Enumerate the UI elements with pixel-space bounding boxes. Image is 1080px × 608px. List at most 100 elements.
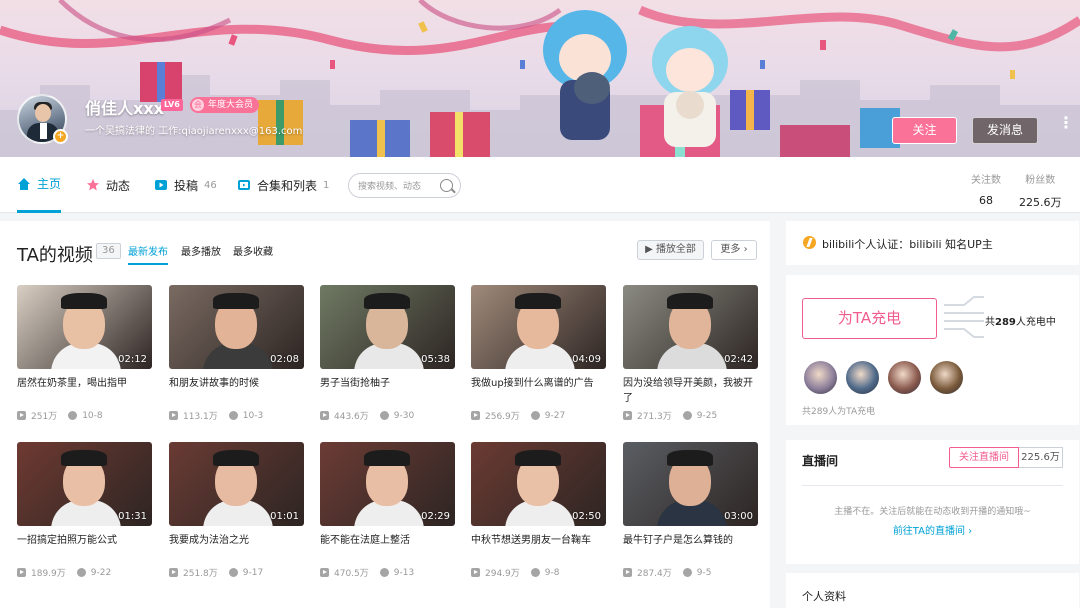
charger-avatar[interactable] — [930, 361, 963, 394]
play-count-icon — [623, 568, 632, 577]
video-meta: 470.5万 9-13 — [320, 566, 455, 579]
charger-avatar[interactable] — [846, 361, 879, 394]
stat-following-value: 68 — [979, 194, 993, 207]
live-offline-message: 主播不在。关注后就能在动态收到开播的通知哦~ — [834, 507, 1031, 517]
video-title[interactable]: 男子当街抢柚子 — [320, 376, 455, 406]
follow-button[interactable]: 关注 — [892, 117, 957, 144]
video-duration: 02:12 — [118, 354, 147, 365]
video-count-badge: 36 — [96, 243, 121, 259]
profile-title: 个人资料 — [802, 590, 846, 603]
stat-following[interactable]: 关注数 68 — [971, 171, 1001, 207]
tab-dynamic[interactable]: 动态 — [86, 157, 130, 213]
tab-collections-count: 1 — [323, 179, 330, 191]
video-thumbnail[interactable]: 01:01 — [169, 442, 304, 526]
video-meta: 256.9万 9-27 — [471, 409, 606, 422]
play-count: 251万 — [31, 412, 58, 422]
video-thumbnail[interactable]: 02:42 — [623, 285, 758, 369]
circuit-lines-icon — [944, 296, 984, 338]
video-title[interactable]: 中秋节想送男朋友一台鞠车 — [471, 533, 606, 563]
video-card[interactable]: 02:08 和朋友讲故事的时候 113.1万 10-3 — [169, 285, 304, 422]
space-search-input[interactable]: 搜索视频、动态 — [348, 173, 461, 198]
publish-date: 9-25 — [696, 410, 718, 421]
video-title[interactable]: 我要成为法治之光 — [169, 533, 304, 563]
video-card[interactable]: 03:00 最牛钉子户是怎么算钱的 287.4万 9-5 — [623, 442, 758, 579]
tab-collections-label: 合集和列表 — [257, 178, 318, 193]
clock-icon — [228, 568, 238, 577]
follow-live-button[interactable]: 关注直播间 — [949, 447, 1019, 468]
video-thumbnail[interactable]: 02:12 — [17, 285, 152, 369]
play-count: 470.5万 — [334, 569, 369, 579]
more-options-icon[interactable]: ⋮ — [1058, 115, 1074, 140]
sort-most-played[interactable]: 最多播放 — [181, 243, 221, 258]
tab-home[interactable]: 主页 — [17, 157, 62, 213]
video-title[interactable]: 和朋友讲故事的时候 — [169, 376, 304, 406]
tab-collections[interactable]: 合集和列表 1 — [237, 157, 329, 213]
video-thumbnail[interactable]: 03:00 — [623, 442, 758, 526]
charge-footer[interactable]: 共289人为TA充电 — [802, 404, 875, 417]
stat-fans[interactable]: 粉丝数 225.6万 — [1019, 171, 1062, 210]
play-count-icon — [623, 411, 632, 420]
play-count-icon — [471, 411, 480, 420]
thumbnail-person-hair — [364, 293, 410, 309]
publish-date: 9-17 — [242, 567, 264, 578]
level-badge: LV6 — [161, 99, 183, 111]
play-count-icon — [320, 411, 329, 420]
search-icon[interactable] — [440, 179, 453, 192]
send-message-button[interactable]: 发消息 — [972, 117, 1038, 144]
sort-latest[interactable]: 最新发布 — [128, 243, 168, 265]
video-thumbnail[interactable]: 04:09 — [471, 285, 606, 369]
video-thumbnail[interactable]: 02:29 — [320, 442, 455, 526]
publish-date: 9-22 — [90, 567, 112, 578]
charger-avatar[interactable] — [804, 361, 837, 394]
live-room-card: 直播间 关注直播间 225.6万 主播不在。关注后就能在动态收到开播的通知哦~ … — [786, 440, 1079, 564]
space-page: + 俏佳人xxx LV6 会 年度大会员 一个吴搞法律的 工作:qiaojiar… — [0, 0, 1080, 608]
vip-badge[interactable]: 会 年度大会员 — [190, 97, 260, 113]
tab-home-label: 主页 — [37, 177, 62, 191]
clock-icon — [530, 411, 540, 420]
charge-count: 共289人充电中 — [985, 313, 1056, 328]
video-title[interactable]: 我做up接到什么离谱的广告 — [471, 376, 606, 406]
charge-button[interactable]: 为TA充电 — [802, 298, 937, 339]
video-thumbnail[interactable]: 02:50 — [471, 442, 606, 526]
video-meta: 251万 10-8 — [17, 409, 152, 422]
playlist-icon — [238, 180, 250, 190]
video-card[interactable]: 02:12 居然在奶茶里，喝出指甲 251万 10-8 — [17, 285, 152, 422]
video-card[interactable]: 02:42 因为没给领导开美颜，我被开了 271.3万 9-25 — [623, 285, 758, 422]
live-fans-count: 225.6万 — [1019, 447, 1063, 468]
video-thumbnail[interactable]: 05:38 — [320, 285, 455, 369]
publish-date: 9-27 — [544, 410, 566, 421]
video-meta: 443.6万 9-30 — [320, 409, 455, 422]
publish-date: 9-30 — [393, 410, 415, 421]
tab-dynamic-label: 动态 — [106, 178, 131, 193]
video-meta: 251.8万 9-17 — [169, 566, 304, 579]
publish-date: 9-5 — [696, 567, 712, 578]
video-card[interactable]: 05:38 男子当街抢柚子 443.6万 9-30 — [320, 285, 455, 422]
video-title[interactable]: 能不能在法庭上整活 — [320, 533, 455, 563]
video-title[interactable]: 最牛钉子户是怎么算钱的 — [623, 533, 758, 563]
video-thumbnail[interactable]: 02:08 — [169, 285, 304, 369]
verified-badge-icon: + — [53, 129, 68, 144]
clock-icon — [379, 411, 389, 420]
more-videos-button[interactable]: 更多 › — [711, 240, 757, 260]
video-title[interactable]: 因为没给领导开美颜，我被开了 — [623, 376, 758, 406]
video-duration: 05:38 — [421, 354, 450, 365]
video-thumbnail[interactable]: 01:31 — [17, 442, 152, 526]
thumbnail-person-hair — [667, 293, 713, 309]
sort-most-favorited[interactable]: 最多收藏 — [233, 243, 273, 258]
charger-avatar[interactable] — [888, 361, 921, 394]
tab-uploads[interactable]: 投稿 46 — [154, 157, 217, 213]
play-all-button[interactable]: ▶ 播放全部 — [637, 240, 704, 260]
video-card[interactable]: 01:31 一招搞定拍照万能公式 189.9万 9-22 — [17, 442, 152, 579]
stat-fans-value: 225.6万 — [1019, 196, 1062, 209]
clock-icon — [530, 568, 540, 577]
video-card[interactable]: 04:09 我做up接到什么离谱的广告 256.9万 9-27 — [471, 285, 606, 422]
clock-icon — [682, 411, 692, 420]
video-card[interactable]: 02:29 能不能在法庭上整活 470.5万 9-13 — [320, 442, 455, 579]
goto-live-room-link[interactable]: 前往TA的直播间 › — [786, 522, 1079, 537]
video-title[interactable]: 一招搞定拍照万能公式 — [17, 533, 152, 563]
video-title[interactable]: 居然在奶茶里，喝出指甲 — [17, 376, 152, 406]
publish-date: 9-8 — [544, 567, 560, 578]
video-card[interactable]: 01:01 我要成为法治之光 251.8万 9-17 — [169, 442, 304, 579]
video-card[interactable]: 02:50 中秋节想送男朋友一台鞠车 294.9万 9-8 — [471, 442, 606, 579]
play-count-icon — [320, 568, 329, 577]
